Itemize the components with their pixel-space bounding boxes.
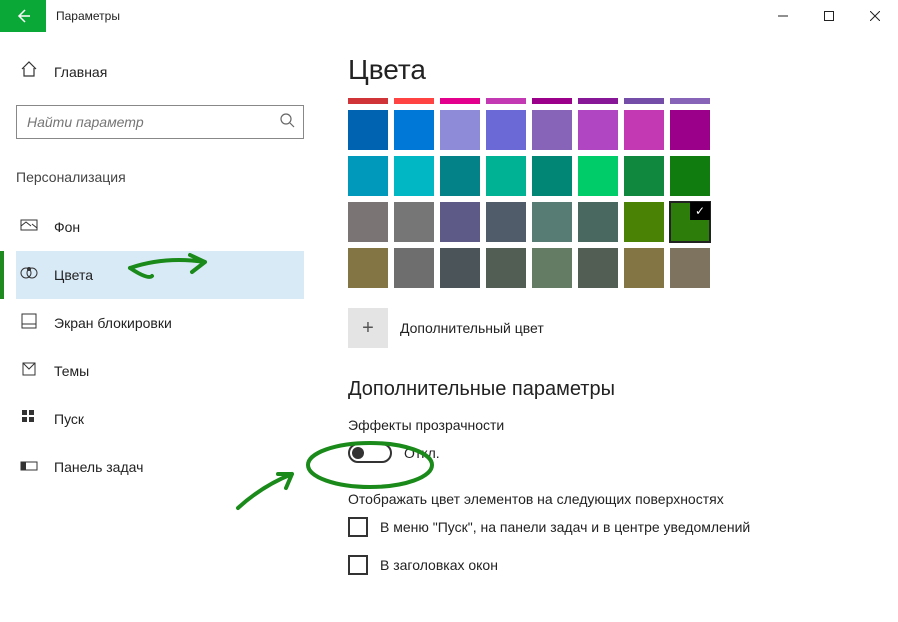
more-options-heading: Дополнительные параметры (348, 378, 868, 401)
transparency-toggle[interactable] (348, 443, 392, 463)
nav-icon-4 (20, 408, 38, 431)
plus-icon: + (348, 308, 388, 348)
color-swatch-grid: ✓ (348, 98, 868, 288)
custom-color-label: Дополнительный цвет (400, 320, 544, 336)
color-swatch-1-6[interactable] (624, 156, 664, 196)
color-swatch-0-7[interactable] (670, 110, 710, 150)
page-title: Цвета (348, 54, 868, 86)
color-swatch-3-2[interactable] (440, 248, 480, 288)
color-swatch-2-3[interactable] (486, 202, 526, 242)
color-swatch-1-0[interactable] (348, 156, 388, 196)
home-label: Главная (54, 64, 107, 80)
color-swatch-1-7[interactable] (670, 156, 710, 196)
color-swatch-2-6[interactable] (624, 202, 664, 242)
show-accent-label: Отображать цвет элементов на следующих п… (348, 491, 868, 507)
color-swatch-thin-5[interactable] (578, 98, 618, 104)
color-swatch-2-4[interactable] (532, 202, 572, 242)
window-title: Параметры (46, 9, 760, 23)
sidebar-item-label: Экран блокировки (54, 315, 172, 331)
section-title: Персонализация (16, 169, 304, 185)
maximize-icon (824, 11, 834, 21)
color-swatch-thin-7[interactable] (670, 98, 710, 104)
sidebar-item-1[interactable]: Цвета (16, 251, 304, 299)
color-swatch-1-4[interactable] (532, 156, 572, 196)
sidebar-item-label: Панель задач (54, 459, 143, 475)
color-swatch-0-6[interactable] (624, 110, 664, 150)
color-swatch-2-5[interactable] (578, 202, 618, 242)
nav-icon-5 (20, 456, 38, 479)
color-swatch-1-1[interactable] (394, 156, 434, 196)
color-swatch-thin-2[interactable] (440, 98, 480, 104)
minimize-icon (778, 11, 788, 21)
nav-icon-3 (20, 360, 38, 383)
sidebar-item-label: Цвета (54, 267, 93, 283)
checkbox-start-taskbar-label: В меню "Пуск", на панели задач и в центр… (380, 519, 750, 535)
close-icon (870, 11, 880, 21)
arrow-left-icon (15, 8, 31, 24)
checkbox-titlebars[interactable] (348, 555, 368, 575)
search-input[interactable] (16, 105, 304, 139)
checkbox-titlebars-label: В заголовках окон (380, 557, 498, 573)
color-swatch-2-2[interactable] (440, 202, 480, 242)
nav-icon-0 (20, 216, 38, 239)
color-swatch-3-5[interactable] (578, 248, 618, 288)
color-swatch-thin-0[interactable] (348, 98, 388, 104)
sidebar-item-3[interactable]: Темы (16, 347, 304, 395)
search-field[interactable] (27, 114, 279, 130)
sidebar-item-4[interactable]: Пуск (16, 395, 304, 443)
check-icon: ✓ (690, 202, 710, 220)
home-link[interactable]: Главная (16, 52, 304, 91)
sidebar-item-label: Темы (54, 363, 89, 379)
color-swatch-thin-1[interactable] (394, 98, 434, 104)
color-swatch-0-1[interactable] (394, 110, 434, 150)
back-button[interactable] (0, 0, 46, 32)
sidebar-item-label: Фон (54, 219, 80, 235)
sidebar-item-label: Пуск (54, 411, 84, 427)
checkbox-start-taskbar[interactable] (348, 517, 368, 537)
close-button[interactable] (852, 0, 898, 32)
sidebar-item-0[interactable]: Фон (16, 203, 304, 251)
minimize-button[interactable] (760, 0, 806, 32)
transparency-state: Откл. (404, 445, 440, 461)
nav-icon-2 (20, 312, 38, 335)
color-swatch-2-1[interactable] (394, 202, 434, 242)
search-icon (279, 112, 295, 133)
color-swatch-1-5[interactable] (578, 156, 618, 196)
color-swatch-0-2[interactable] (440, 110, 480, 150)
color-swatch-3-4[interactable] (532, 248, 572, 288)
color-swatch-3-7[interactable] (670, 248, 710, 288)
color-swatch-1-2[interactable] (440, 156, 480, 196)
color-swatch-thin-3[interactable] (486, 98, 526, 104)
color-swatch-thin-4[interactable] (532, 98, 572, 104)
color-swatch-2-0[interactable] (348, 202, 388, 242)
home-icon (20, 60, 38, 83)
custom-color-button[interactable]: + Дополнительный цвет (348, 308, 868, 348)
main-panel: Цвета ✓ + Дополнительный цвет Дополнител… (320, 32, 898, 622)
sidebar: Главная Персонализация Фон Цвета Экран бло… (0, 32, 320, 622)
transparency-label: Эффекты прозрачности (348, 417, 868, 433)
color-swatch-0-3[interactable] (486, 110, 526, 150)
color-swatch-0-0[interactable] (348, 110, 388, 150)
sidebar-item-5[interactable]: Панель задач (16, 443, 304, 491)
color-swatch-0-4[interactable] (532, 110, 572, 150)
color-swatch-1-3[interactable] (486, 156, 526, 196)
maximize-button[interactable] (806, 0, 852, 32)
color-swatch-3-1[interactable] (394, 248, 434, 288)
color-swatch-thin-6[interactable] (624, 98, 664, 104)
color-swatch-3-6[interactable] (624, 248, 664, 288)
nav-icon-1 (20, 264, 38, 287)
color-swatch-0-5[interactable] (578, 110, 618, 150)
color-swatch-3-3[interactable] (486, 248, 526, 288)
color-swatch-3-0[interactable] (348, 248, 388, 288)
color-swatch-2-7[interactable]: ✓ (670, 202, 710, 242)
sidebar-item-2[interactable]: Экран блокировки (16, 299, 304, 347)
